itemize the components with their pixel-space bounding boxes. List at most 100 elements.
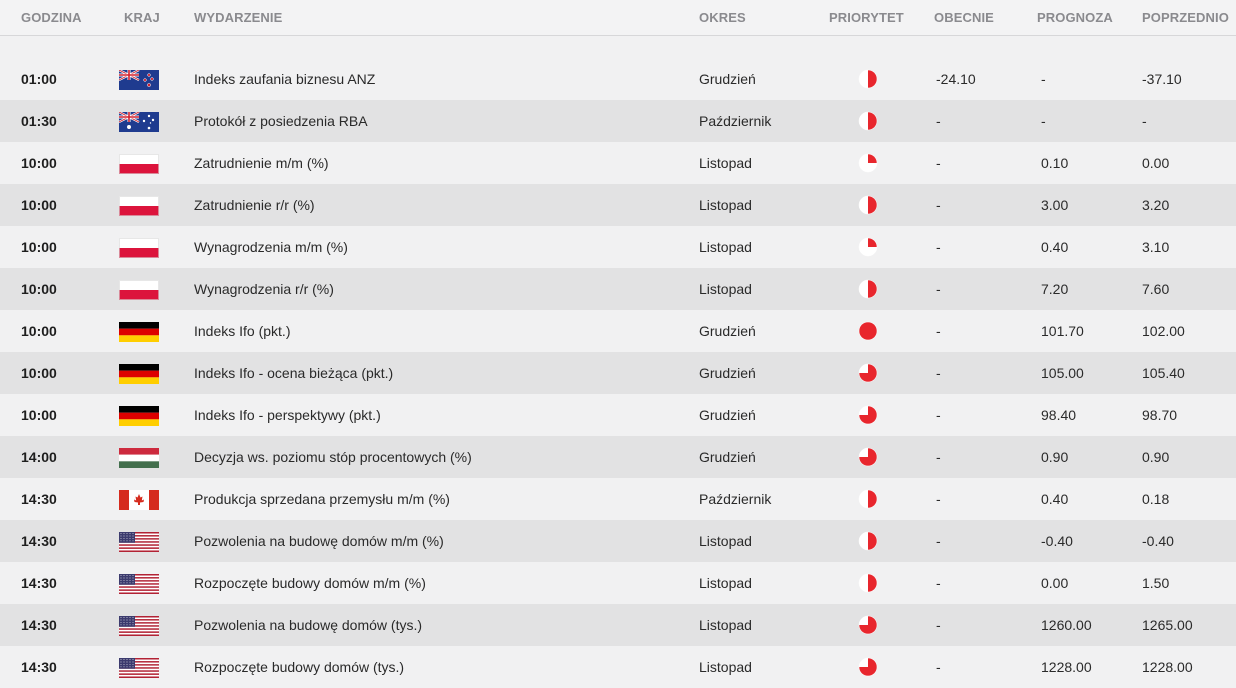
current-value: -: [936, 491, 941, 507]
header-event[interactable]: WYDARZENIE: [194, 10, 282, 25]
event-time: 14:30: [21, 491, 57, 507]
header-period[interactable]: OKRES: [699, 10, 746, 25]
priority-icon: [858, 279, 878, 299]
table-row[interactable]: 10:00 Indeks Ifo (pkt.) Grudzień - 101.7…: [0, 310, 1236, 352]
table-row[interactable]: 14:30 Rozpoczęte budowy domów (tys.) Lis…: [0, 646, 1236, 688]
hu-flag-icon: [119, 448, 159, 468]
current-value: -: [936, 239, 941, 255]
event-name[interactable]: Pozwolenia na budowę domów m/m (%): [194, 520, 444, 562]
header-current[interactable]: OBECNIE: [934, 10, 994, 25]
header-time[interactable]: GODZINA: [21, 10, 82, 25]
previous-value: 7.60: [1142, 281, 1170, 297]
event-time: 10:00: [21, 197, 57, 213]
header-country[interactable]: KRAJ: [124, 10, 160, 25]
table-row[interactable]: 10:00 Zatrudnienie r/r (%) Listopad - 3.…: [0, 184, 1236, 226]
event-period: Grudzień: [699, 365, 756, 381]
current-value: -: [936, 323, 941, 339]
current-value: -: [936, 407, 941, 423]
event-name[interactable]: Rozpoczęte budowy domów (tys.): [194, 646, 404, 688]
previous-value: -: [1142, 113, 1147, 129]
forecast-value: 1228.00: [1041, 659, 1092, 675]
event-name[interactable]: Wynagrodzenia r/r (%): [194, 268, 334, 310]
priority-icon: [858, 405, 878, 425]
current-value: -24.10: [936, 71, 976, 87]
event-time: 10:00: [21, 239, 57, 255]
header-priority[interactable]: PRIORYTET: [829, 10, 904, 25]
forecast-value: 0.40: [1041, 239, 1069, 255]
priority-icon: [858, 447, 878, 467]
event-name[interactable]: Zatrudnienie m/m (%): [194, 142, 329, 184]
nz-flag-icon: [119, 70, 159, 90]
event-name[interactable]: Indeks Ifo - ocena bieżąca (pkt.): [194, 352, 393, 394]
priority-icon: [858, 195, 878, 215]
event-time: 14:30: [21, 533, 57, 549]
forecast-value: 1260.00: [1041, 617, 1092, 633]
event-name[interactable]: Rozpoczęte budowy domów m/m (%): [194, 562, 426, 604]
current-value: -: [936, 113, 941, 129]
priority-icon: [858, 321, 878, 341]
event-period: Listopad: [699, 617, 752, 633]
forecast-value: 3.00: [1041, 197, 1069, 213]
current-value: -: [936, 365, 941, 381]
table-row[interactable]: 10:00 Wynagrodzenia r/r (%) Listopad - 7…: [0, 268, 1236, 310]
priority-icon: [858, 69, 878, 89]
au-flag-icon: [119, 112, 159, 132]
priority-icon: [858, 237, 878, 257]
priority-icon: [858, 363, 878, 383]
priority-icon: [858, 615, 878, 635]
table-row[interactable]: 10:00 Zatrudnienie m/m (%) Listopad - 0.…: [0, 142, 1236, 184]
previous-value: 0.00: [1142, 155, 1170, 171]
event-time: 10:00: [21, 281, 57, 297]
table-row[interactable]: 14:00 Decyzja ws. poziomu stóp procentow…: [0, 436, 1236, 478]
event-name[interactable]: Protokół z posiedzenia RBA: [194, 100, 368, 142]
table-row[interactable]: 14:30 Pozwolenia na budowę domów (tys.) …: [0, 604, 1236, 646]
current-value: -: [936, 659, 941, 675]
event-name[interactable]: Indeks Ifo - perspektywy (pkt.): [194, 394, 381, 436]
previous-value: 102.00: [1142, 323, 1185, 339]
table-row[interactable]: 14:30 Pozwolenia na budowę domów m/m (%)…: [0, 520, 1236, 562]
header-previous[interactable]: POPRZEDNIO: [1142, 10, 1229, 25]
previous-value: 1265.00: [1142, 617, 1193, 633]
event-name[interactable]: Pozwolenia na budowę domów (tys.): [194, 604, 422, 646]
event-name[interactable]: Produkcja sprzedana przemysłu m/m (%): [194, 478, 450, 520]
event-name[interactable]: Indeks zaufania biznesu ANZ: [194, 58, 375, 100]
table-row[interactable]: 14:30 Produkcja sprzedana przemysłu m/m …: [0, 478, 1236, 520]
event-period: Październik: [699, 491, 772, 507]
event-name[interactable]: Zatrudnienie r/r (%): [194, 184, 315, 226]
forecast-value: -: [1041, 113, 1046, 129]
event-period: Grudzień: [699, 323, 756, 339]
forecast-value: 0.00: [1041, 575, 1069, 591]
event-period: Listopad: [699, 239, 752, 255]
table-row[interactable]: 01:00 Indeks zaufania biznesu ANZ Grudzi…: [0, 58, 1236, 100]
event-name[interactable]: Wynagrodzenia m/m (%): [194, 226, 348, 268]
event-period: Październik: [699, 113, 772, 129]
event-name[interactable]: Indeks Ifo (pkt.): [194, 310, 290, 352]
pl-flag-icon: [119, 280, 159, 300]
event-time: 14:30: [21, 617, 57, 633]
table-row[interactable]: 14:30 Rozpoczęte budowy domów m/m (%) Li…: [0, 562, 1236, 604]
event-time: 10:00: [21, 365, 57, 381]
event-time: 01:00: [21, 71, 57, 87]
header-forecast[interactable]: PROGNOZA: [1037, 10, 1113, 25]
forecast-value: 101.70: [1041, 323, 1084, 339]
event-name[interactable]: Decyzja ws. poziomu stóp procentowych (%…: [194, 436, 472, 478]
table-row[interactable]: 01:30 Protokół z posiedzenia RBA Paździe…: [0, 100, 1236, 142]
table-row[interactable]: 10:00 Wynagrodzenia m/m (%) Listopad - 0…: [0, 226, 1236, 268]
event-period: Listopad: [699, 155, 752, 171]
previous-value: 98.70: [1142, 407, 1178, 423]
ca-flag-icon: [119, 490, 159, 510]
table-header: GODZINA KRAJ WYDARZENIE OKRES PRIORYTET …: [0, 0, 1236, 36]
pl-flag-icon: [119, 196, 159, 216]
us-flag-icon: [119, 574, 159, 594]
event-time: 10:00: [21, 155, 57, 171]
previous-value: 105.40: [1142, 365, 1185, 381]
us-flag-icon: [119, 532, 159, 552]
current-value: -: [936, 575, 941, 591]
priority-icon: [858, 111, 878, 131]
event-period: Listopad: [699, 533, 752, 549]
event-time: 14:00: [21, 449, 57, 465]
table-row[interactable]: 10:00 Indeks Ifo - ocena bieżąca (pkt.) …: [0, 352, 1236, 394]
table-row[interactable]: 10:00 Indeks Ifo - perspektywy (pkt.) Gr…: [0, 394, 1236, 436]
forecast-value: 7.20: [1041, 281, 1069, 297]
current-value: -: [936, 533, 941, 549]
